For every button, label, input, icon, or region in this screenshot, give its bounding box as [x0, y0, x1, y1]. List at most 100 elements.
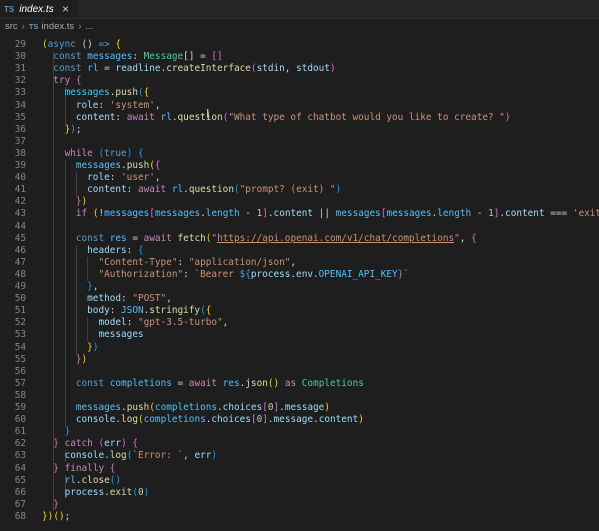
- code-text: const messages: Message[] = []: [42, 51, 222, 63]
- code-line[interactable]: 60 console.log(completions.choices[0].me…: [0, 414, 599, 426]
- code-token: headers: [87, 244, 127, 256]
- code-line[interactable]: 48 "Authorization": `Bearer ${process.en…: [0, 269, 599, 281]
- code-token: process: [250, 268, 291, 280]
- code-line[interactable]: 46 headers: {: [0, 245, 599, 257]
- code-token: =: [171, 377, 189, 389]
- code-text: });: [42, 124, 82, 136]
- code-line[interactable]: 64 } finally {: [0, 463, 599, 475]
- code-token: completions: [143, 414, 206, 426]
- code-text: rl.close(): [42, 475, 121, 487]
- code-line[interactable]: 57 const completions = await res.json() …: [0, 378, 599, 390]
- code-line[interactable]: 30 const messages: Message[] = []: [0, 51, 599, 63]
- code-text: try {: [42, 75, 81, 87]
- code-token: messages: [335, 208, 381, 220]
- line-number: 59: [14, 402, 26, 413]
- code-text: } catch (err) {: [42, 438, 138, 450]
- code-line[interactable]: 61 }: [0, 426, 599, 438]
- code-token: ): [143, 486, 150, 498]
- code-line[interactable]: 58: [0, 390, 599, 402]
- code-token: length: [437, 208, 472, 220]
- line-number: 52: [14, 317, 26, 329]
- close-icon[interactable]: ×: [62, 2, 69, 16]
- code-line[interactable]: 39 messages.push({: [0, 160, 599, 172]
- code-line[interactable]: 44: [0, 221, 599, 233]
- breadcrumb: src › TS index.ts › ...: [0, 19, 599, 34]
- code-token: completions: [154, 402, 218, 413]
- code-line[interactable]: 40 role: 'user',: [0, 172, 599, 184]
- code-line[interactable]: 62 } catch (err) {: [0, 438, 599, 450]
- code-editor[interactable]: 29 (async () => {30 const messages: Messa…: [0, 34, 599, 531]
- code-token: :: [183, 268, 195, 280]
- code-line[interactable]: 55 }): [0, 354, 599, 366]
- code-line[interactable]: 45 const res = await fetch("https://api.…: [0, 233, 599, 245]
- code-token: await: [137, 184, 167, 196]
- code-line[interactable]: 33 messages.push({: [0, 87, 599, 99]
- line-number: 42: [14, 196, 26, 208]
- code-text: body: JSON.stringify({: [42, 305, 211, 317]
- code-token: log: [109, 450, 127, 462]
- line-number: 29: [14, 39, 26, 50]
- code-token: (): [53, 510, 65, 522]
- code-line[interactable]: 68})();: [0, 511, 599, 523]
- code-text: headers: {: [42, 244, 143, 257]
- code-line[interactable]: 31 const rl = readline.createInterface(s…: [0, 63, 599, 75]
- code-line[interactable]: 56: [0, 366, 599, 378]
- code-line[interactable]: 67 }: [0, 499, 599, 511]
- code-token: }: [53, 498, 59, 510]
- code-token: =: [98, 63, 116, 75]
- code-line[interactable]: 36 });: [0, 124, 599, 136]
- code-line[interactable]: 50 method: "POST",: [0, 293, 599, 305]
- code-token: ;: [64, 510, 71, 522]
- code-token: JSON: [121, 305, 144, 317]
- code-line[interactable]: 43 if (!messages[messages.length - 1].co…: [0, 208, 599, 220]
- breadcrumb-symbols[interactable]: ...: [85, 21, 93, 32]
- code-line[interactable]: 38 while (true) {: [0, 148, 599, 160]
- code-line[interactable]: 29 (async () => {: [0, 39, 599, 51]
- code-line[interactable]: 42 }): [0, 196, 599, 208]
- code-token: {: [471, 232, 477, 244]
- code-token: ): [358, 414, 364, 426]
- code-token: content: [87, 184, 127, 196]
- code-token: res: [109, 232, 127, 244]
- line-number: 44: [14, 220, 26, 232]
- code-line[interactable]: 54 }): [0, 342, 599, 354]
- code-line[interactable]: 35 content: await rl.question("What type…: [0, 112, 599, 124]
- code-token: messages: [75, 402, 122, 413]
- code-text: while (true) {: [42, 148, 144, 160]
- code-token: const: [75, 232, 105, 244]
- tab-index-ts[interactable]: TS index.ts ×: [0, 0, 78, 18]
- code-line[interactable]: 65 rl.close(): [0, 475, 599, 487]
- code-line[interactable]: 41 content: await rl.question("prompt? (…: [0, 184, 599, 196]
- code-line[interactable]: 52 model: "gpt-3.5-turbo",: [0, 317, 599, 329]
- line-number: 34: [14, 99, 26, 111]
- code-token: rl: [171, 184, 184, 196]
- code-token: -: [239, 208, 257, 220]
- code-token: console: [75, 414, 116, 426]
- code-token: choices: [222, 402, 263, 413]
- code-token: OPENAI_API_KEY: [318, 268, 398, 280]
- code-token: :: [98, 99, 110, 111]
- code-line[interactable]: 53 messages: [0, 329, 599, 341]
- code-line[interactable]: 51 body: JSON.stringify({: [0, 305, 599, 317]
- breadcrumb-folder-src[interactable]: src: [5, 21, 18, 32]
- code-line[interactable]: 49 },: [0, 281, 599, 293]
- code-line[interactable]: 66 process.exit(0): [0, 487, 599, 499]
- code-line[interactable]: 63 console.log(`Error: `, err): [0, 450, 599, 462]
- line-number: 64: [14, 462, 26, 474]
- code-line[interactable]: 34 role: 'system',: [0, 100, 599, 112]
- breadcrumb-file-index-ts[interactable]: index.ts: [41, 21, 74, 32]
- code-line[interactable]: 32 try {: [0, 75, 599, 87]
- code-line[interactable]: 47 "Content-Type": "application/json",: [0, 257, 599, 269]
- code-line[interactable]: 59 messages.push(completions.choices[0].…: [0, 402, 599, 414]
- code-token: stringify: [149, 305, 201, 317]
- code-token: message: [284, 402, 325, 413]
- code-line[interactable]: 37: [0, 136, 599, 148]
